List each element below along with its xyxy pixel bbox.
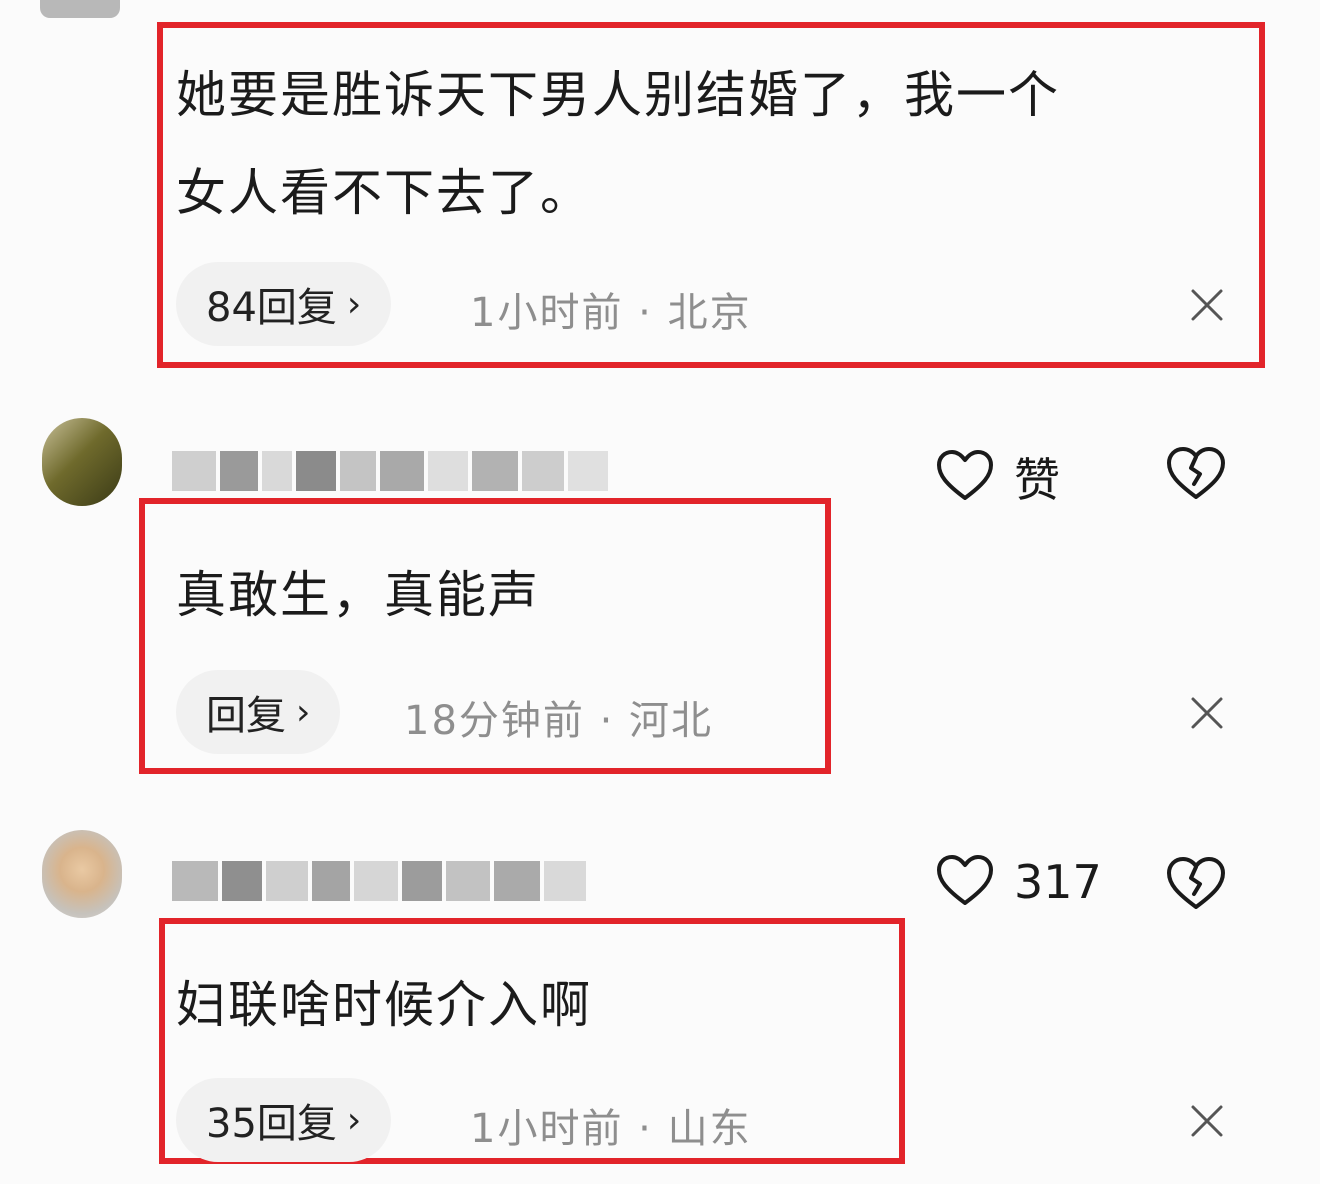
close-icon[interactable] xyxy=(1190,696,1224,730)
close-icon[interactable] xyxy=(1190,1104,1224,1138)
comment-text-1-line2: 女人看不下去了。 xyxy=(176,164,592,222)
dislike-button-3[interactable] xyxy=(1166,856,1226,914)
comment-meta-1: 1小时前 · 北京 xyxy=(470,290,752,336)
chevron-right-icon: › xyxy=(346,1099,362,1141)
like-button-3[interactable]: 317 xyxy=(936,854,1102,910)
heart-outline-icon xyxy=(936,449,994,505)
like-label-2: 赞 xyxy=(1014,453,1060,507)
chevron-right-icon: › xyxy=(346,283,362,325)
reply-button-2[interactable]: 回复 › xyxy=(176,670,341,754)
like-count-3: 317 xyxy=(1014,855,1102,909)
reply-button-1-label: 84回复 xyxy=(206,285,337,331)
comment-text-3: 妇联啥时候介入啊 xyxy=(176,976,592,1034)
chevron-right-icon: › xyxy=(296,691,311,733)
heart-outline-icon xyxy=(936,854,994,910)
dislike-button-2[interactable] xyxy=(1166,446,1226,504)
comment-text-1: 她要是胜诉天下男人别结婚了，我一个 女人看不下去了。 xyxy=(176,46,1256,242)
reply-button-3[interactable]: 35回复 › xyxy=(176,1078,392,1162)
reply-button-2-label: 回复 xyxy=(206,693,286,739)
comment-meta-2: 18分钟前 · 河北 xyxy=(404,698,714,744)
reply-button-1[interactable]: 84回复 › xyxy=(176,262,392,346)
comment-text-2: 真敢生，真能声 xyxy=(176,566,540,624)
broken-heart-icon xyxy=(1166,447,1226,504)
close-icon[interactable] xyxy=(1190,288,1224,322)
previous-username-blur xyxy=(40,0,120,18)
like-button-2[interactable]: 赞 xyxy=(936,444,1060,510)
username-blurred xyxy=(172,450,608,492)
avatar[interactable] xyxy=(42,830,122,918)
username-blurred xyxy=(172,860,586,902)
comment-text-1-line1: 她要是胜诉天下男人别结婚了，我一个 xyxy=(176,66,1060,124)
avatar[interactable] xyxy=(42,418,122,506)
comment-meta-3: 1小时前 · 山东 xyxy=(470,1106,752,1152)
broken-heart-icon xyxy=(1166,857,1226,914)
reply-button-3-label: 35回复 xyxy=(206,1101,337,1147)
